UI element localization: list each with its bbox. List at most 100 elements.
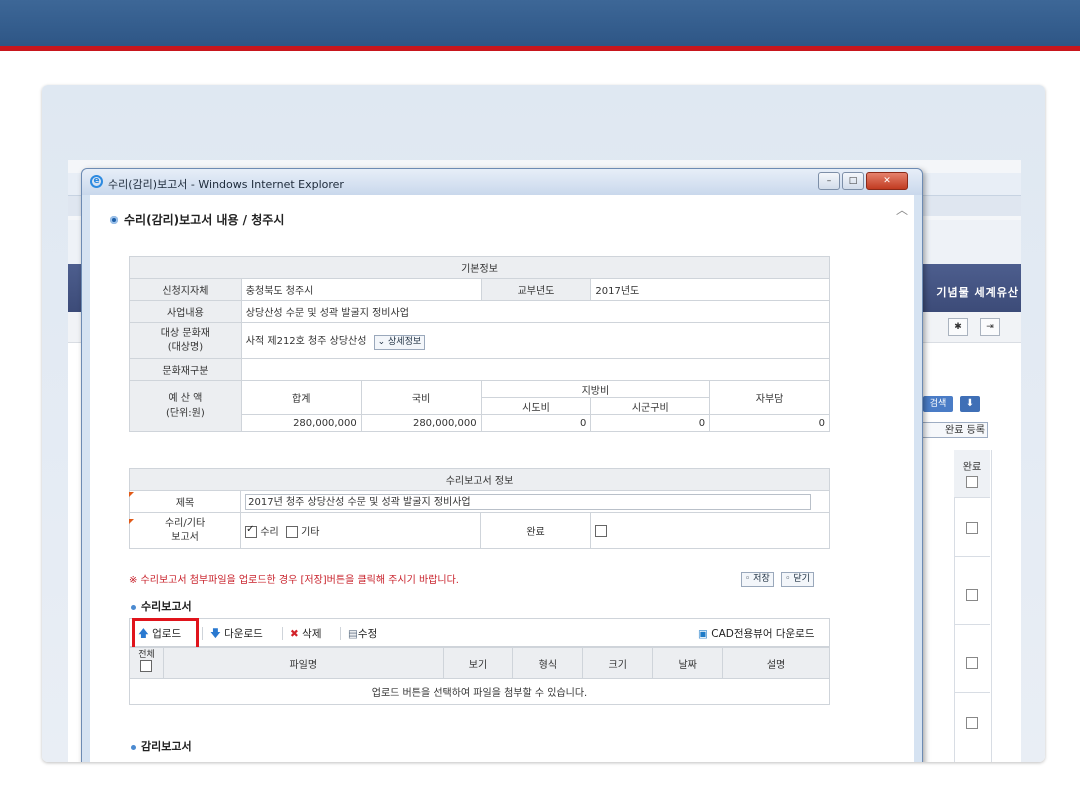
delete-label: 삭제 [302, 628, 322, 640]
empty-message: 업로드 버튼을 선택하여 파일을 첨부할 수 있습니다. [129, 678, 830, 705]
required-marker [129, 519, 134, 524]
slide-top-bar [0, 0, 1080, 46]
popup-title-text: 수리(감리)보고서 - Windows Internet Explorer [108, 178, 344, 191]
logout-icon[interactable]: ⇥ [980, 318, 1000, 336]
toolbar-divider [282, 627, 283, 640]
cad-viewer-download-button[interactable]: ▣ CAD전용뷰어 다운로드 [698, 626, 814, 641]
bg-row-checkbox[interactable] [966, 589, 978, 601]
edit-doc-icon: ▤ [348, 628, 358, 640]
bg-complete-register-button[interactable]: 완료 등록 [918, 422, 988, 438]
bg-row-checkbox[interactable] [966, 657, 978, 669]
self-value: 0 [709, 414, 830, 432]
repair-section-title: 수리보고서 [131, 598, 192, 614]
column-header: 형식 [512, 647, 584, 679]
city-value: 0 [590, 414, 711, 432]
bg-complete-column-header: 완료 [954, 450, 990, 498]
popup-title-bar[interactable]: e 수리(감리)보고서 - Windows Internet Explorer … [82, 169, 922, 195]
bg-nav-menu-text[interactable]: 기념물 세계유산 [936, 284, 1019, 300]
local-label: 지방비 [480, 380, 711, 398]
heritage-label-line2: (대상명) [167, 341, 204, 353]
toolbar-divider [202, 627, 203, 640]
total-label: 합계 [240, 380, 362, 415]
heritage-value: 사적 제212호 청주 상당산성 [245, 335, 367, 347]
select-all-checkbox[interactable] [140, 660, 153, 672]
popup-window: e 수리(감리)보고서 - Windows Internet Explorer … [81, 168, 923, 762]
title-input[interactable]: 2017년 청주 상당산성 수문 및 성곽 발굴지 정비사업 [245, 493, 812, 510]
province-label: 시도비 [480, 397, 592, 415]
title-label: 제목 [128, 490, 242, 513]
report-type-cell: 수리 기타 [240, 512, 482, 549]
column-header: 보기 [442, 647, 514, 679]
bg-complete-header-label: 완료 [962, 462, 982, 473]
bg-select-all-checkbox[interactable] [966, 476, 978, 488]
complete-checkbox[interactable] [595, 524, 608, 537]
report-info-table: 수리보고서 정보 제목 2017년 청주 상당산성 수문 및 성곽 발굴지 정비… [128, 468, 830, 549]
cad-viewer-label: CAD전용뷰어 다운로드 [711, 628, 815, 640]
other-checkbox[interactable] [285, 526, 298, 538]
other-option-label: 기타 [301, 527, 320, 538]
province-value: 0 [480, 414, 592, 432]
column-header: 파일명 [162, 647, 444, 679]
basic-info-table: 기본정보 신청지자체 충청북도 청주시 교부년도 2017년도 사업내용 상당산… [129, 256, 831, 432]
bullet-icon [131, 604, 136, 610]
gear-icon[interactable]: ✱ [948, 318, 968, 336]
delete-x-icon: ✖ [290, 628, 299, 640]
close-button[interactable]: ◦ 닫기 [781, 572, 814, 587]
applicant-value: 충청북도 청주시 [240, 278, 482, 301]
heritage-label-line1: 대상 문화재 [160, 327, 210, 339]
applicant-label: 신청지자체 [129, 278, 242, 301]
popup-body: ︿ 수리(감리)보고서 내용 / 청주시 기본정보 신청지자체 충청북도 청주시… [90, 195, 914, 762]
screenshot: 기념물 세계유산 ✱ ⇥ 검색 ⬇ 완료 등록 완료 e 수리(감리)보고서 -… [68, 160, 1021, 762]
download-icon[interactable]: ⬇ [960, 396, 980, 412]
scroll-up-icon[interactable]: ︿ [896, 201, 908, 218]
notice-text: ※ 수리보고서 첨부파일을 업로드한 경우 [저장]버튼을 클릭해 주시기 바랍… [129, 575, 459, 586]
year-label: 교부년도 [480, 278, 592, 301]
bg-row-divider [954, 624, 990, 625]
total-value: 280,000,000 [240, 414, 362, 432]
column-header: 설명 [722, 647, 830, 679]
edit-label: 수정 [357, 628, 378, 640]
national-label: 국비 [360, 380, 482, 415]
national-value: 280,000,000 [360, 414, 482, 432]
close-icon[interactable]: ✕ [866, 172, 908, 190]
maximize-icon[interactable]: □ [842, 172, 864, 190]
column-header: 날짜 [652, 647, 724, 679]
complete-cell [590, 512, 830, 549]
supervision-section-title: 감리보고서 [131, 738, 192, 754]
budget-label-line2: (단위:원) [166, 408, 205, 419]
bg-row-divider [954, 692, 990, 693]
required-marker [129, 492, 134, 497]
ie-icon: e [90, 175, 103, 188]
bg-row-checkbox[interactable] [966, 522, 978, 534]
bullet-icon [110, 216, 118, 224]
repair-checkbox[interactable] [245, 524, 258, 538]
city-label: 시군구비 [590, 397, 711, 415]
edit-button[interactable]: ▤수정 [348, 626, 377, 641]
self-label: 자부담 [709, 380, 830, 415]
bg-row-checkbox[interactable] [966, 717, 978, 729]
select-all-header: 전체 [129, 647, 164, 679]
report-type-label-line1: 수리/기타 [164, 517, 206, 529]
minimize-icon[interactable]: – [818, 172, 840, 190]
heritage-type-value [240, 358, 831, 381]
bg-search-button[interactable]: 검색 [923, 396, 953, 412]
detail-info-button[interactable]: ⌄ 상세정보 [373, 334, 426, 350]
title-cell: 2017년 청주 상당산성 수문 및 성곽 발굴지 정비사업 [240, 490, 830, 513]
slide-top-red-stripe [0, 46, 1080, 51]
heritage-label: 대상 문화재 (대상명) [129, 322, 242, 359]
report-info-caption: 수리보고서 정보 [129, 468, 830, 491]
page-title: 수리(감리)보고서 내용 / 청주시 [110, 211, 284, 228]
heritage-type-label: 문화재구분 [129, 358, 242, 381]
select-all-label: 전체 [138, 650, 155, 660]
supervision-section-title-text: 감리보고서 [141, 740, 192, 753]
save-button[interactable]: ◦ 저장 [741, 572, 774, 587]
save-label: 저장 [753, 574, 770, 584]
project-value: 상당산성 수문 및 성곽 발굴지 정비사업 [240, 300, 831, 323]
delete-button[interactable]: ✖ 삭제 [290, 626, 321, 641]
report-type-label: 수리/기타 보고서 [128, 512, 242, 549]
repair-option-label: 수리 [260, 527, 279, 538]
year-value: 2017년도 [590, 278, 830, 301]
page-title-text: 수리(감리)보고서 내용 / 청주시 [124, 213, 285, 227]
column-header: 크기 [582, 647, 654, 679]
download-button[interactable]: 🡇 다운로드 [210, 626, 263, 644]
